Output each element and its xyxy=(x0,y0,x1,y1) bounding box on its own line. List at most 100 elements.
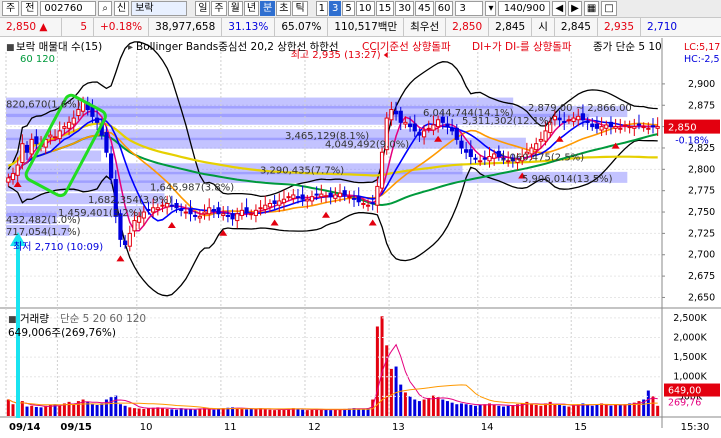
volume-profile-label: 5,311,302(12.1%) xyxy=(462,116,553,127)
candle-body xyxy=(646,127,651,130)
window-icon[interactable]: □ xyxy=(601,1,617,16)
interval-button-3[interactable]: 3 xyxy=(329,1,342,16)
volume-bar xyxy=(151,407,155,416)
interval-button-60[interactable]: 60 xyxy=(434,1,454,16)
candle-body xyxy=(15,164,20,176)
volume-bar xyxy=(333,409,337,416)
volume-bar xyxy=(25,406,29,416)
candle-body xyxy=(333,194,338,199)
candle-body xyxy=(300,194,305,200)
candle-body xyxy=(562,120,567,123)
volume-bar xyxy=(399,384,403,416)
candle-body xyxy=(412,123,417,132)
period-type-selector[interactable]: 주 xyxy=(2,1,20,16)
candle-body xyxy=(253,209,259,216)
price-volume-chart[interactable]: 2,9002,8752,8502,8252,8002,7752,7502,725… xyxy=(0,38,721,438)
interval-button-15[interactable]: 15 xyxy=(375,1,395,16)
volume-bar xyxy=(572,405,576,416)
legend-marker-icon: ▸ xyxy=(128,42,133,53)
volume-bar xyxy=(469,405,473,416)
current-price: 2,850 ▲ xyxy=(0,17,62,37)
strength-pct: 65.07% xyxy=(275,17,329,37)
volume-bar xyxy=(389,368,393,416)
bar-count-field[interactable]: 140/900 xyxy=(498,1,551,16)
interval-button-1[interactable]: 1 xyxy=(315,1,329,16)
candle-body xyxy=(62,126,67,129)
candle-body xyxy=(230,213,235,220)
candle-body xyxy=(57,130,62,140)
volume-bar xyxy=(427,397,431,416)
timeframe-button-0[interactable]: 일 xyxy=(195,1,211,16)
candle-body xyxy=(622,124,628,127)
candle-body xyxy=(482,157,487,160)
candle-body xyxy=(183,211,188,214)
volume-bar xyxy=(58,405,62,416)
chevron-right-icon[interactable]: ▶ xyxy=(568,1,582,16)
candle-body xyxy=(487,156,492,162)
volume-value: 38,977,658 xyxy=(149,17,223,37)
price-change: 5 xyxy=(62,17,94,37)
search-icon[interactable]: ⌕ xyxy=(98,1,113,16)
volume-bar xyxy=(114,395,118,416)
grid-icon[interactable]: ▦ xyxy=(583,1,600,16)
candle-body xyxy=(356,196,361,203)
volume-bar xyxy=(539,405,543,416)
candle-body xyxy=(286,196,291,199)
candle-body xyxy=(146,208,151,211)
timeframe-button-5[interactable]: 초 xyxy=(276,1,292,16)
candle-body xyxy=(267,202,273,208)
current-volume-tag-label: 649,00 xyxy=(668,386,701,397)
chevron-left-icon[interactable]: ◀ xyxy=(552,1,567,16)
volume-bar xyxy=(90,404,94,416)
timeframe-button-3[interactable]: 년 xyxy=(243,1,260,16)
volume-bar xyxy=(254,408,258,416)
volume-bar xyxy=(497,405,501,416)
interval-button-10[interactable]: 10 xyxy=(355,1,375,16)
time-axis-label: 11 xyxy=(224,422,237,433)
stock-name-field[interactable]: 보락 xyxy=(131,1,188,16)
time-axis-label: 12 xyxy=(308,422,321,433)
candle-body xyxy=(6,177,11,183)
chevron-down-icon[interactable]: ▾ xyxy=(485,1,497,16)
candle-body xyxy=(71,117,76,125)
candle-body xyxy=(34,136,39,145)
volume-bar xyxy=(455,404,459,416)
volume-bar xyxy=(417,401,421,416)
timeframe-group: 일주월년분초틱 xyxy=(195,1,308,16)
candle-body xyxy=(417,132,422,136)
prev-button[interactable]: 전 xyxy=(21,1,39,16)
price-tick-label: 2,700 xyxy=(688,250,715,261)
current-pct-label: -0.18% xyxy=(675,136,709,147)
candle-body xyxy=(151,207,156,213)
legend-bollinger: Bollinger Bands중심선 20,2 상한선 하한선 xyxy=(136,40,339,53)
candle-body xyxy=(90,106,95,117)
volume-bar xyxy=(296,409,300,416)
candle-body xyxy=(104,132,109,153)
volume-bar xyxy=(422,399,426,416)
timeframe-button-1[interactable]: 주 xyxy=(211,1,227,16)
volume-bar xyxy=(338,409,342,416)
volume-bar xyxy=(39,407,43,416)
volume-tick-label: 1,500K xyxy=(673,352,707,363)
candle-body xyxy=(454,127,459,140)
volume-bar xyxy=(506,405,510,416)
candle-body xyxy=(632,126,637,129)
candle-body xyxy=(197,215,202,219)
interval-select[interactable]: 3 xyxy=(455,1,484,16)
timeframe-button-4[interactable]: 분 xyxy=(260,1,276,16)
volume-bar xyxy=(586,405,590,416)
volume-bar xyxy=(123,405,127,416)
stock-code-input[interactable]: 002760 xyxy=(40,1,97,16)
candle-body xyxy=(52,136,58,139)
volume-bar xyxy=(100,403,104,416)
timeframe-button-2[interactable]: 월 xyxy=(227,1,243,16)
volume-bar xyxy=(212,409,216,416)
interval-button-45[interactable]: 45 xyxy=(414,1,434,16)
timeframe-button-6[interactable]: 틱 xyxy=(292,1,308,16)
candle-body xyxy=(576,115,581,121)
interval-button-30[interactable]: 30 xyxy=(395,1,414,16)
interval-button-5[interactable]: 5 xyxy=(342,1,355,16)
candle-body xyxy=(566,119,572,122)
candle-body xyxy=(342,190,347,196)
volume-bar xyxy=(656,405,660,416)
